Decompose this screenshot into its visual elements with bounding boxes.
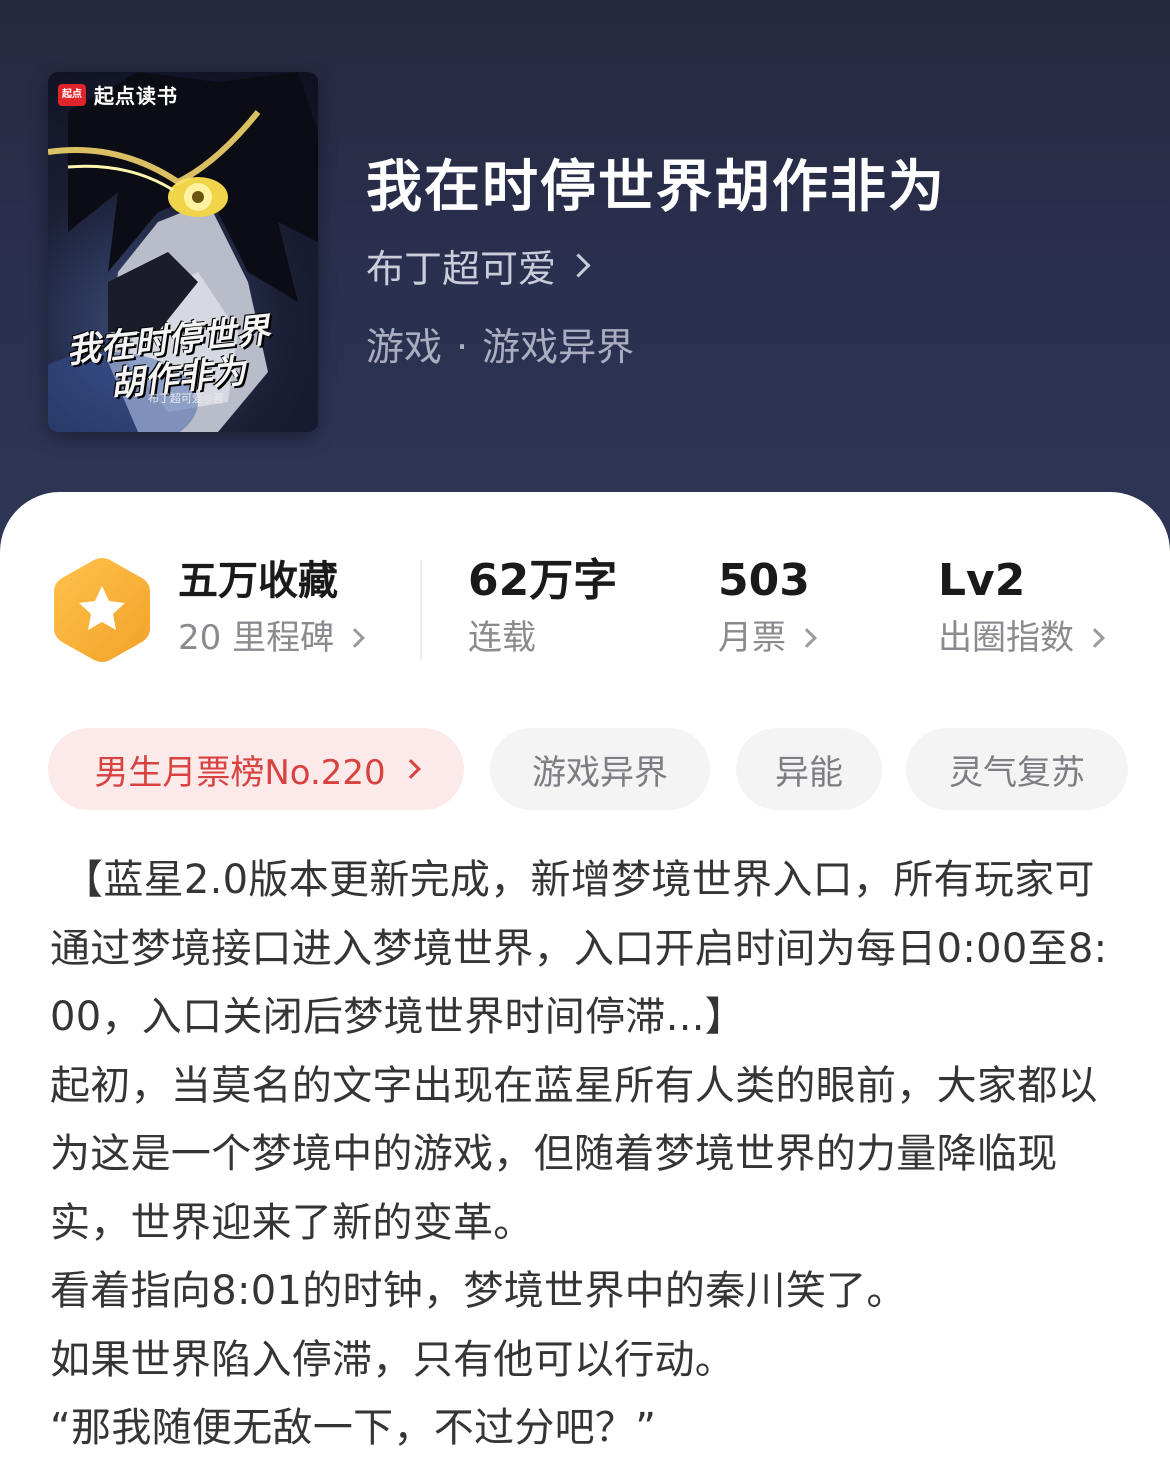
stat-tickets-label: 月票 (718, 618, 817, 658)
synopsis-paragraph: 看着指向8:01的时钟，梦境世界中的秦川笑了。 (50, 1268, 907, 1314)
cover-author: 布丁超可爱◎著 (148, 392, 224, 405)
chevron-right-icon (1085, 628, 1105, 648)
genre-separator: · (456, 325, 469, 369)
qidian-logo-icon: 起点 (58, 83, 86, 106)
tag-spiritual-revival[interactable]: 灵气复苏 (906, 728, 1128, 810)
stat-influence-label-text: 出圈指数 (938, 618, 1074, 658)
synopsis-paragraph: 起初，当莫名的文字出现在蓝星所有人类的眼前，大家都以为这是一个梦境中的游戏，但随… (50, 1062, 1098, 1246)
stat-tickets-value: 503 (718, 555, 810, 606)
author-link[interactable]: 布丁超可爱 (366, 238, 591, 293)
stat-collect[interactable]: 五万收藏 20 里程碑 (178, 556, 365, 658)
synopsis-paragraph: 【蓝星2.0版本更新完成，新增梦境世界入口，所有玩家可通过梦境接口进入梦境世界，… (50, 857, 1108, 1040)
stat-words: 62万字 连载 (468, 555, 618, 659)
chevron-right-icon (797, 628, 817, 648)
tag-monthly-rank[interactable]: 男生月票榜No.220 (48, 728, 464, 810)
synopsis-paragraph: 如果世界陷入停滞，只有他可以行动。 (50, 1336, 736, 1383)
stat-tickets-label-text: 月票 (718, 618, 786, 658)
author-name: 布丁超可爱 (366, 247, 557, 291)
cover-brand: 起点 起点读书 (58, 80, 178, 109)
cover-brand-name: 起点读书 (94, 84, 178, 108)
stat-collect-label: 20 里程碑 (178, 618, 365, 658)
stat-influence-value: Lv2 (938, 555, 1026, 606)
star-badge-icon[interactable] (52, 556, 152, 664)
stat-influence-label: 出圈指数 (938, 618, 1105, 658)
book-header: 起点 起点读书 我在时停世界 胡作非为 布丁超可爱◎著 我在时停世界胡作非为 布… (0, 0, 1170, 560)
stat-divider (420, 560, 422, 660)
chevron-right-icon (400, 759, 421, 779)
genre[interactable]: 游戏 (366, 325, 442, 369)
chevron-right-icon (345, 628, 365, 648)
stat-words-label-text: 连载 (468, 618, 536, 658)
stat-tickets[interactable]: 503 月票 (718, 555, 817, 658)
genre-row: 游戏 · 游戏异界 (366, 316, 634, 371)
stat-words-label: 连载 (468, 618, 617, 658)
subgenre[interactable]: 游戏异界 (482, 325, 634, 369)
stat-words-value: 62万字 (468, 555, 618, 606)
chevron-right-icon (566, 253, 591, 278)
stat-collect-value: 五万收藏 (178, 558, 338, 604)
tag-game-world[interactable]: 游戏异界 (490, 728, 710, 810)
tag-superpower-label: 异能 (775, 752, 843, 793)
synopsis: 【蓝星2.0版本更新完成，新增梦境世界入口，所有玩家可通过梦境接口进入梦境世界，… (50, 846, 1130, 1463)
tag-spiritual-revival-label: 灵气复苏 (949, 752, 1085, 793)
book-cover[interactable]: 起点 起点读书 我在时停世界 胡作非为 布丁超可爱◎著 (48, 72, 318, 432)
synopsis-paragraph: “那我随便无敌一下，不过分吧？” (50, 1405, 657, 1451)
book-title: 我在时停世界胡作非为 (366, 155, 946, 220)
tag-superpower[interactable]: 异能 (736, 728, 882, 810)
stat-influence[interactable]: Lv2 出圈指数 (938, 555, 1105, 658)
tag-game-world-label: 游戏异界 (532, 752, 668, 793)
stat-collect-label-text: 20 里程碑 (178, 618, 335, 658)
tag-monthly-rank-label: 男生月票榜No.220 (94, 752, 386, 793)
